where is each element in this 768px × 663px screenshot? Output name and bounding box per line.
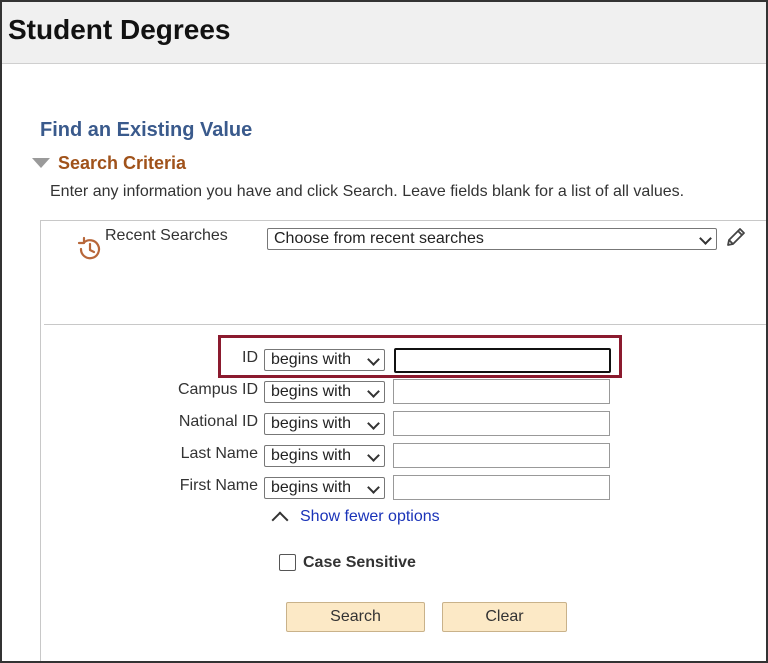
- chevron-up-icon: [271, 511, 289, 529]
- id-input[interactable]: [394, 348, 611, 373]
- campus-id-input[interactable]: [393, 379, 610, 404]
- national-id-operator-value: begins with: [271, 415, 352, 432]
- id-operator-select[interactable]: begins with: [264, 349, 385, 371]
- chevron-down-icon: [367, 417, 380, 430]
- divider: [44, 324, 766, 325]
- search-panel: [40, 220, 766, 661]
- search-button[interactable]: Search: [286, 602, 425, 632]
- campus-id-label: Campus ID: [177, 381, 258, 398]
- app-window: Student Degrees Find an Existing Value S…: [0, 0, 768, 663]
- campus-id-operator-value: begins with: [271, 383, 352, 400]
- find-existing-value-heading: Find an Existing Value: [40, 119, 253, 141]
- national-id-operator-select[interactable]: begins with: [264, 413, 385, 435]
- search-criteria-toggle[interactable]: Search Criteria: [32, 152, 186, 174]
- instructions-text: Enter any information you have and click…: [50, 183, 685, 200]
- national-id-label: National ID: [178, 413, 258, 430]
- recent-searches-label: Recent Searches: [105, 227, 228, 244]
- case-sensitive-label: Case Sensitive: [303, 554, 416, 571]
- page-header: Student Degrees: [2, 2, 766, 64]
- chevron-down-icon: [367, 353, 380, 366]
- triangle-down-icon: [32, 158, 50, 168]
- last-name-operator-select[interactable]: begins with: [264, 445, 385, 467]
- recent-searches-select[interactable]: Choose from recent searches: [267, 228, 717, 250]
- case-sensitive-checkbox[interactable]: [279, 554, 296, 571]
- id-label: ID: [242, 349, 258, 366]
- recent-searches-value: Choose from recent searches: [274, 230, 484, 247]
- chevron-down-icon: [699, 232, 712, 245]
- search-criteria-heading: Search Criteria: [58, 152, 187, 173]
- show-fewer-options-link[interactable]: Show fewer options: [300, 508, 440, 526]
- page-title: Student Degrees: [8, 14, 231, 45]
- first-name-input[interactable]: [393, 475, 610, 500]
- first-name-operator-select[interactable]: begins with: [264, 477, 385, 499]
- clear-button[interactable]: Clear: [442, 602, 567, 632]
- chevron-down-icon: [367, 481, 380, 494]
- first-name-label: First Name: [179, 477, 258, 494]
- history-icon[interactable]: [76, 235, 104, 263]
- first-name-operator-value: begins with: [271, 479, 352, 496]
- chevron-down-icon: [367, 449, 380, 462]
- pencil-icon[interactable]: [724, 225, 748, 249]
- national-id-input[interactable]: [393, 411, 610, 436]
- last-name-operator-value: begins with: [271, 447, 352, 464]
- last-name-label: Last Name: [180, 445, 258, 462]
- show-fewer-options[interactable]: Show fewer options: [271, 507, 440, 529]
- campus-id-operator-select[interactable]: begins with: [264, 381, 385, 403]
- id-operator-value: begins with: [271, 351, 352, 368]
- last-name-input[interactable]: [393, 443, 610, 468]
- chevron-down-icon: [367, 385, 380, 398]
